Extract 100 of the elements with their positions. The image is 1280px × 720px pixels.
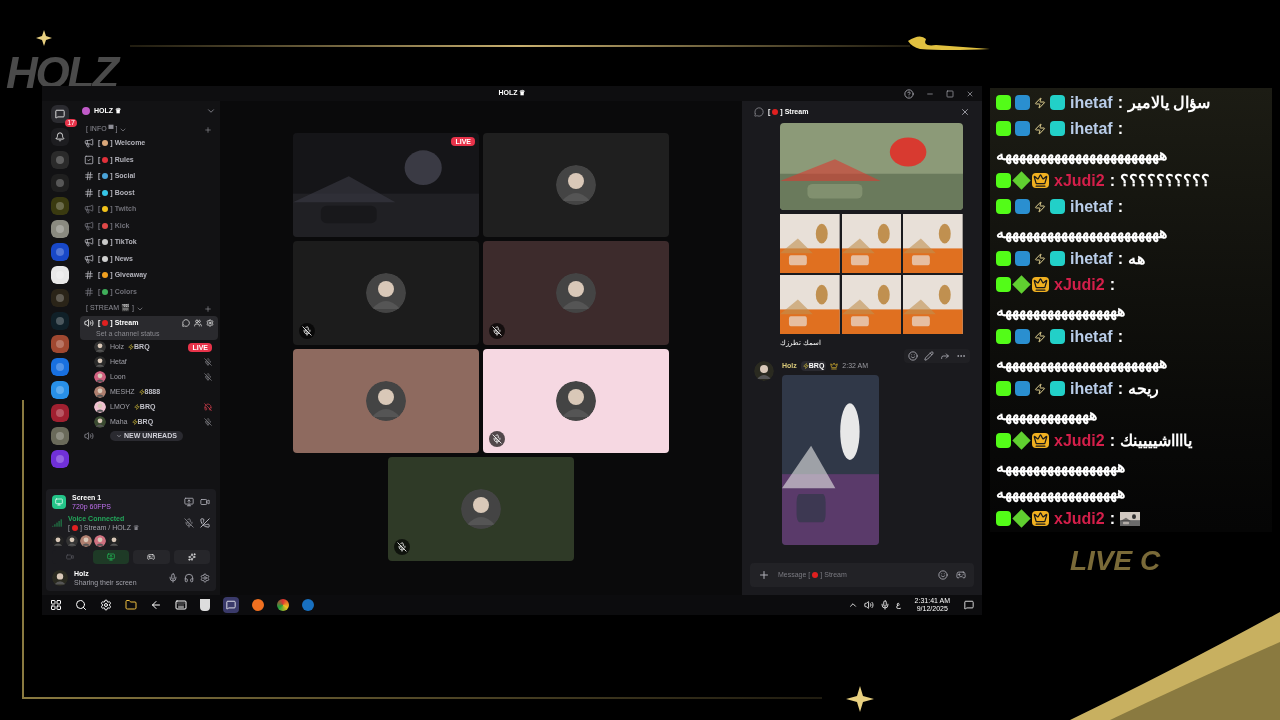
chat-icon[interactable] [182,319,190,328]
activity-button[interactable] [133,550,170,564]
close-icon[interactable] [960,107,970,117]
maximize-icon[interactable] [946,89,954,98]
megaphone-icon [84,237,94,248]
crown-icon [830,361,839,370]
bolt-icon [131,419,138,425]
screen-share-icon[interactable] [184,497,194,507]
chat-separator: : [1117,93,1123,113]
chat-separator: : [1117,327,1123,347]
chevron-down-icon[interactable] [206,106,216,116]
volume-icon[interactable] [863,600,874,610]
chat-separator: : [1109,431,1115,451]
chat-username[interactable]: ihetaf [1070,196,1113,217]
users-icon[interactable] [194,319,202,328]
reaction-icon[interactable] [908,350,918,361]
bolt-icon [133,404,140,410]
chat-username[interactable]: xJudi2 [1054,274,1105,295]
chat-separator: : [1117,197,1123,217]
server-icon[interactable] [51,358,69,376]
emoji-icon[interactable] [938,570,948,580]
chat-username[interactable]: ihetaf [1070,118,1113,139]
megaphone-icon [84,220,94,231]
bolt-icon [802,362,809,369]
screen-share-thumbnail[interactable] [52,495,66,509]
megaphone-icon [84,204,94,215]
chat-message: ريحه [1128,379,1159,399]
keyboard-language[interactable]: ع [895,599,901,611]
sparkle-icon [187,553,196,561]
crown-badge-icon [1032,511,1049,526]
chevron-up-icon[interactable] [847,600,858,610]
live-caption: LIVE C [1070,544,1161,578]
bolt-icon [138,389,145,395]
screen-share-button[interactable] [92,550,129,564]
chat-message: هههههههههههههههههه [996,483,1125,503]
chat-separator: : [1117,249,1123,269]
server-icon[interactable] [51,266,69,284]
browser-icon[interactable] [277,599,289,611]
chat-message: ؟؟؟؟؟؟؟؟؟؟ [1120,171,1210,191]
video-icon [66,553,75,561]
participant-tile[interactable] [483,133,669,237]
back-arrow-icon[interactable] [150,599,162,611]
chat-message: هههههههههههههههههههههههه [996,353,1167,373]
chat-separator: : [1117,119,1123,139]
chat-username[interactable]: ihetaf [1070,326,1113,347]
server-icon[interactable] [51,427,69,445]
add-channel-icon[interactable] [204,304,212,313]
noise-suppression-icon[interactable] [184,518,194,528]
search-icon[interactable] [75,599,87,611]
microphone-icon[interactable] [168,573,178,583]
crown-badge-icon [1032,173,1049,188]
home-button[interactable] [51,105,69,123]
forward-icon[interactable] [940,350,950,361]
server-icon[interactable] [51,220,69,238]
edit-icon[interactable] [924,350,934,361]
chat-separator: : [1117,379,1123,399]
add-channel-icon[interactable] [204,125,212,134]
close-icon[interactable] [966,89,974,98]
chat-message: هههههههههههههههههههههههه [996,223,1167,243]
chat-username[interactable]: ihetaf [1070,378,1113,399]
hash-icon [84,187,94,198]
participant-tile[interactable] [293,241,479,345]
checkbox-icon [84,154,94,165]
gamepad-icon[interactable] [956,570,966,580]
chat-message: هههههههههههههههههههههههه [996,145,1167,165]
server-icon[interactable] [51,381,69,399]
chat-message: هه [1128,249,1145,269]
notifications-button[interactable] [51,128,69,146]
video-icon[interactable] [200,497,210,507]
chat-message: هههههههههههههههههه [996,301,1125,321]
screen-share-icon [106,553,115,561]
soundboard-button[interactable] [173,550,210,564]
chat-username[interactable]: xJudi2 [1054,430,1105,451]
help-icon[interactable] [904,88,914,99]
monitor-icon [55,498,63,506]
notifications-icon[interactable] [964,600,974,610]
attach-icon[interactable] [758,569,770,581]
keyboard-icon[interactable] [175,599,187,611]
folder-icon[interactable] [125,599,137,611]
megaphone-icon [84,253,94,264]
chat-username[interactable]: xJudi2 [1054,508,1105,529]
chat-username[interactable]: ihetaf [1070,92,1113,113]
settings-icon[interactable] [200,573,210,583]
participant-tile[interactable] [483,349,669,453]
thread-icon [754,107,764,117]
chat-message: سؤال يالامير [1128,93,1211,113]
microphone-icon[interactable] [879,600,890,610]
participant-tile[interactable] [293,349,479,453]
hash-icon [84,286,94,297]
signal-icon [52,518,62,528]
star-icon [36,30,52,46]
chat-message: يااااشيييينك [1120,431,1192,451]
participant-tile[interactable] [388,457,574,561]
participant-tile[interactable] [483,241,669,345]
chat-separator: : [1109,171,1115,191]
speaker-icon [84,318,94,329]
chat-separator: : [1109,275,1115,295]
chat-username[interactable]: ihetaf [1070,248,1113,269]
headphones-icon[interactable] [184,573,194,583]
disconnect-icon[interactable] [200,518,210,528]
